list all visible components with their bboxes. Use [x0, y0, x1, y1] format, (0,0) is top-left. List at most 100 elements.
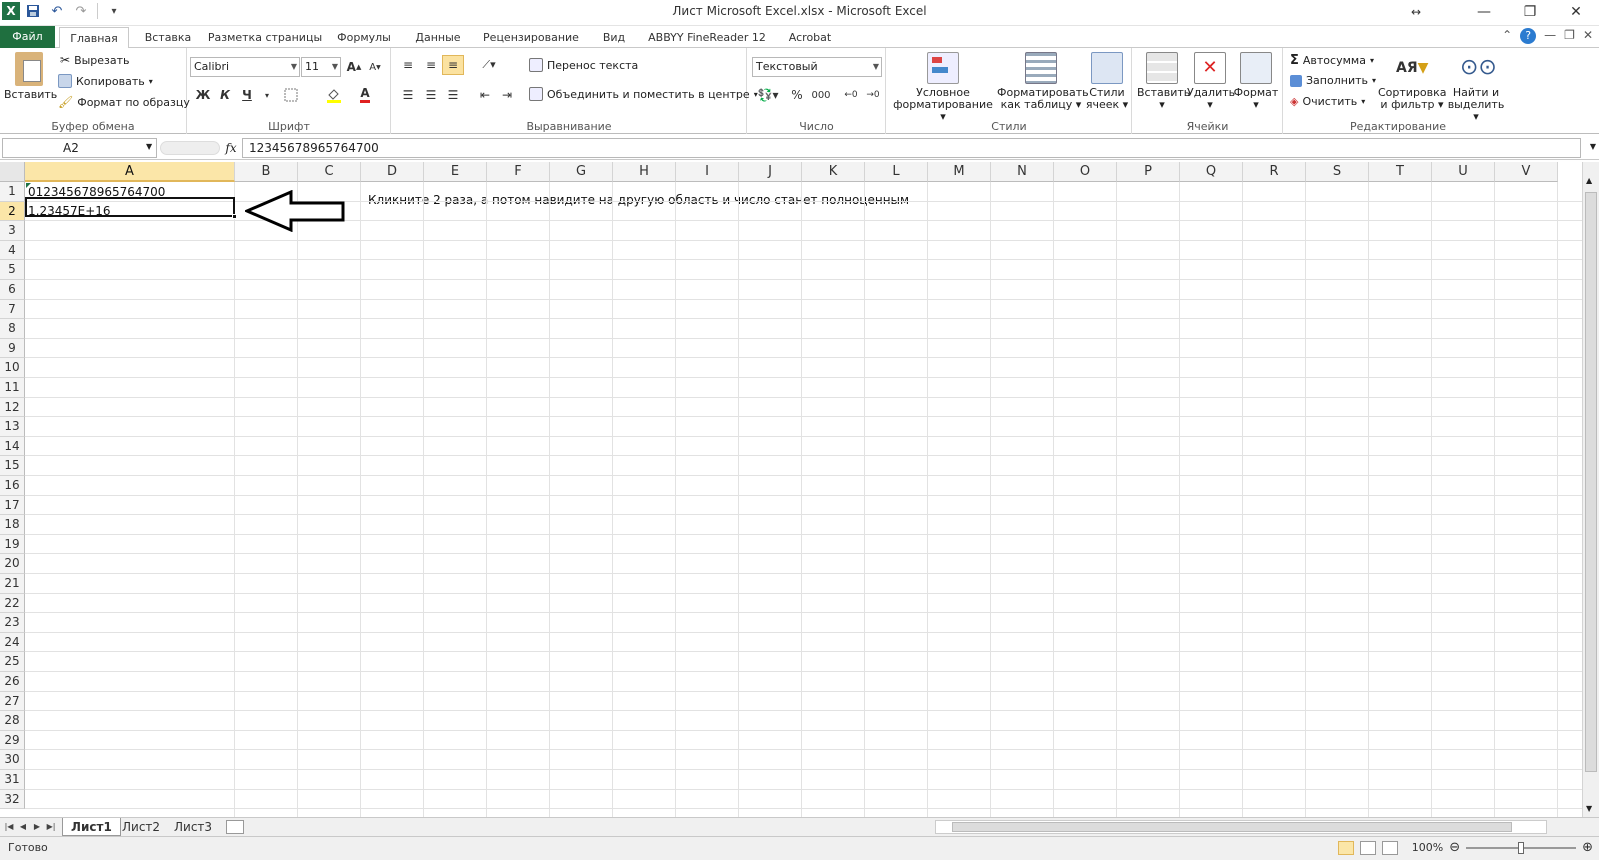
col-header-l[interactable]: L	[865, 162, 928, 182]
col-header-p[interactable]: P	[1117, 162, 1180, 182]
row-header-28[interactable]: 28	[0, 711, 25, 731]
format-as-table-button[interactable]: Форматировать как таблицу ▾	[997, 52, 1089, 111]
fill-button[interactable]: Заполнить ▾	[1290, 74, 1376, 87]
number-format-combo[interactable]: Текстовый ▼	[752, 57, 882, 77]
zoom-out-icon[interactable]: ⊖	[1449, 840, 1460, 855]
align-left-icon[interactable]: ☰	[397, 85, 419, 105]
sort-filter-button[interactable]: AЯ▼ Сортировка и фильтр ▾	[1378, 52, 1447, 111]
align-bottom-icon[interactable]: ≡	[442, 55, 464, 75]
select-all-corner[interactable]	[0, 162, 25, 182]
row-header-19[interactable]: 19	[0, 534, 25, 555]
row-header-7[interactable]: 7	[0, 299, 25, 320]
formula-input[interactable]: 12345678965764700	[242, 138, 1581, 158]
col-header-f[interactable]: F	[487, 162, 550, 182]
horizontal-scrollbar[interactable]	[935, 820, 1547, 834]
col-header-q[interactable]: Q	[1180, 162, 1243, 182]
chevron-down-icon[interactable]: ▼	[146, 142, 152, 151]
merge-center-button[interactable]: Объединить и поместить в центре ▾	[529, 87, 758, 101]
sheet-tab-3[interactable]: Лист3	[166, 818, 220, 836]
first-sheet-icon[interactable]: |◀	[2, 819, 16, 835]
row-header-1[interactable]: 1	[0, 182, 25, 202]
doc-minimize-icon[interactable]: —	[1544, 28, 1556, 44]
col-header-v[interactable]: V	[1495, 162, 1558, 182]
row-header-26[interactable]: 26	[0, 672, 25, 692]
minimize-icon[interactable]: —	[1461, 0, 1507, 24]
zoom-slider[interactable]	[1466, 841, 1577, 854]
thousands-button[interactable]: 000	[808, 85, 834, 105]
row-header-6[interactable]: 6	[0, 280, 25, 300]
row-header-4[interactable]: 4	[0, 240, 25, 261]
row-header-31[interactable]: 31	[0, 770, 25, 790]
row-header-23[interactable]: 23	[0, 613, 25, 633]
grow-font-icon[interactable]: A ▲	[343, 57, 365, 77]
col-header-o[interactable]: O	[1054, 162, 1117, 182]
font-size-combo[interactable]: 11 ▼	[301, 57, 341, 77]
italic-button[interactable]: К	[214, 85, 236, 105]
col-header-t[interactable]: T	[1369, 162, 1432, 182]
row-header-18[interactable]: 18	[0, 515, 25, 535]
vertical-scrollbar[interactable]: ▲ ▼	[1582, 162, 1599, 817]
col-header-u[interactable]: U	[1432, 162, 1495, 182]
row-header-14[interactable]: 14	[0, 436, 25, 457]
last-sheet-icon[interactable]: ▶|	[44, 819, 58, 835]
col-header-i[interactable]: I	[676, 162, 739, 182]
prev-sheet-icon[interactable]: ◀	[16, 819, 30, 835]
doc-restore-icon[interactable]: ❐	[1564, 28, 1575, 44]
orientation-icon[interactable]: ⟋▾	[478, 55, 500, 75]
wrap-text-button[interactable]: Перенос текста	[529, 58, 638, 72]
col-header-k[interactable]: K	[802, 162, 865, 182]
align-middle-icon[interactable]: ≡	[420, 55, 442, 75]
tab-view[interactable]: Вид	[594, 27, 634, 48]
row-header-16[interactable]: 16	[0, 476, 25, 496]
increase-decimal-icon[interactable]: ←0	[840, 85, 862, 105]
row-header-15[interactable]: 15	[0, 456, 25, 476]
resize-arrows-icon[interactable]: ↔	[1401, 0, 1431, 24]
borders-icon[interactable]	[280, 85, 302, 105]
col-header-d[interactable]: D	[361, 162, 424, 182]
sheet-tab-2[interactable]: Лист2	[114, 818, 168, 836]
zoom-slider-thumb[interactable]	[1518, 841, 1525, 854]
row-header-5[interactable]: 5	[0, 260, 25, 280]
percent-button[interactable]: %	[786, 85, 808, 105]
tab-insert[interactable]: Вставка	[138, 27, 198, 48]
align-top-icon[interactable]: ≡	[397, 55, 419, 75]
tab-abbyy[interactable]: ABBYY FineReader 12	[642, 27, 772, 48]
sheet-tab-1[interactable]: Лист1	[62, 818, 121, 836]
tab-acrobat[interactable]: Acrobat	[780, 27, 840, 48]
clear-button[interactable]: ◈ Очистить ▾	[1290, 95, 1365, 108]
col-header-e[interactable]: E	[424, 162, 487, 182]
scroll-up-icon[interactable]: ▲	[1586, 176, 1592, 185]
copy-button[interactable]: Копировать ▾	[58, 74, 153, 88]
horizontal-scroll-thumb[interactable]	[952, 822, 1512, 832]
minimize-ribbon-icon[interactable]: ⌃	[1502, 28, 1512, 44]
underline-button[interactable]: Ч	[236, 85, 258, 105]
row-header-9[interactable]: 9	[0, 338, 25, 359]
cell-styles-button[interactable]: Стили ячеек ▾	[1085, 52, 1129, 111]
scroll-thumb[interactable]	[1585, 192, 1597, 772]
autosum-button[interactable]: Σ Автосумма ▾	[1290, 53, 1374, 68]
decrease-indent-icon[interactable]: ⇤	[474, 85, 496, 105]
row-header-29[interactable]: 29	[0, 730, 25, 751]
row-header-30[interactable]: 30	[0, 750, 25, 770]
row-header-11[interactable]: 11	[0, 378, 25, 398]
selected-cell-a2[interactable]	[25, 197, 235, 217]
format-cells-button[interactable]: Формат ▾	[1233, 52, 1279, 111]
bold-button[interactable]: Ж	[192, 85, 214, 105]
cut-button[interactable]: ✂ Вырезать	[60, 53, 130, 67]
col-header-n[interactable]: N	[991, 162, 1054, 182]
tab-review[interactable]: Рецензирование	[476, 27, 586, 48]
tab-file[interactable]: Файл	[0, 26, 55, 48]
align-center-icon[interactable]: ☰	[420, 85, 442, 105]
delete-cells-button[interactable]: ✕ Удалить ▾	[1187, 52, 1235, 111]
decrease-decimal-icon[interactable]: →0	[862, 85, 884, 105]
col-header-m[interactable]: M	[928, 162, 991, 182]
font-color-icon[interactable]: A	[354, 85, 376, 105]
row-header-25[interactable]: 25	[0, 652, 25, 672]
row-header-20[interactable]: 20	[0, 554, 25, 574]
scroll-down-icon[interactable]: ▼	[1586, 804, 1592, 813]
shrink-font-icon[interactable]: A ▼	[364, 57, 386, 77]
row-header-32[interactable]: 32	[0, 789, 25, 810]
row-header-3[interactable]: 3	[0, 221, 25, 241]
col-header-r[interactable]: R	[1243, 162, 1306, 182]
chevron-down-icon[interactable]: ▾	[256, 85, 278, 105]
